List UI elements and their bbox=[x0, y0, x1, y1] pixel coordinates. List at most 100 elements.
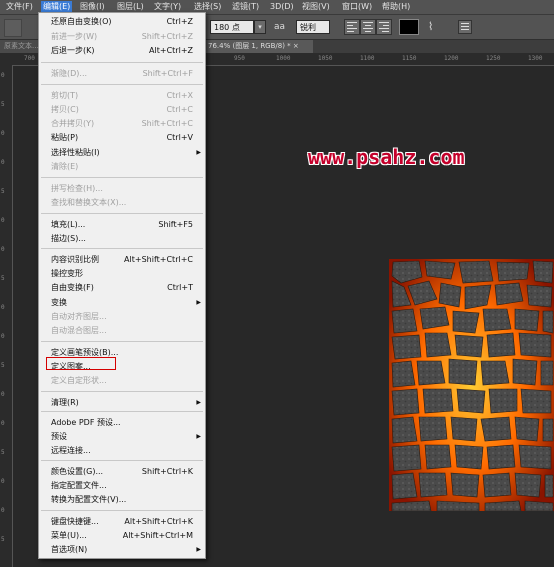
warp-text-icon[interactable]: ⌇ bbox=[428, 20, 433, 34]
tool-preset-picker[interactable] bbox=[4, 19, 22, 37]
menu-item[interactable]: 预设 ▶ bbox=[39, 430, 205, 443]
ruler-v-label: 0 bbox=[1, 333, 5, 340]
menu-item-label: 填充(L)... bbox=[51, 220, 86, 229]
vertical-ruler: 0 5 0 0 5 0 0 5 0 0 5 0 0 5 0 0 5 bbox=[0, 65, 13, 567]
menu-item-label: 操控变形 bbox=[51, 269, 83, 278]
menu-separator bbox=[41, 177, 203, 178]
text-color-swatch[interactable] bbox=[399, 19, 419, 35]
antialias-select[interactable]: 锐利 bbox=[296, 20, 330, 34]
menu-item[interactable]: 后退一步(K) Alt+Ctrl+Z bbox=[39, 44, 205, 57]
menu-item[interactable]: 还原自由变换(O) Ctrl+Z bbox=[39, 15, 205, 28]
menu-item-label: 指定配置文件... bbox=[51, 481, 107, 490]
menu-9[interactable]: 窗口(W) bbox=[340, 1, 374, 13]
menu-item-label: 键盘快捷键... bbox=[51, 517, 99, 526]
submenu-arrow-icon: ▶ bbox=[196, 433, 201, 440]
ruler-h-label: 1150 bbox=[402, 55, 417, 62]
menu-item[interactable]: 清除(E) bbox=[39, 160, 205, 173]
tab-active-document[interactable]: 76.4% (图层 1, RGB/8) * × bbox=[205, 40, 313, 53]
menu-item[interactable]: 选择性粘贴(I) ▶ bbox=[39, 146, 205, 159]
ruler-v-label: 0 bbox=[1, 507, 5, 514]
menu-item-label: 前进一步(W) bbox=[51, 32, 98, 41]
menu-separator bbox=[41, 341, 203, 342]
menu-item[interactable]: 颜色设置(G)... Shift+Ctrl+K bbox=[39, 465, 205, 478]
menu-item[interactable]: 合并拷贝(Y) Shift+Ctrl+C bbox=[39, 117, 205, 130]
menu-separator bbox=[41, 460, 203, 461]
menu-item[interactable]: 渐隐(D)... Shift+Ctrl+F bbox=[39, 67, 205, 80]
font-size-dropdown[interactable]: ▾ bbox=[254, 20, 266, 34]
menu-item[interactable]: 自由变换(F) Ctrl+T bbox=[39, 281, 205, 294]
menu-item[interactable]: 菜单(U)... Alt+Shift+Ctrl+M bbox=[39, 529, 205, 542]
ruler-v-label: 5 bbox=[1, 362, 5, 369]
menu-separator bbox=[41, 411, 203, 412]
ruler-v-label: 0 bbox=[1, 130, 5, 137]
align-left-icon[interactable] bbox=[344, 19, 360, 35]
lava-texture-image bbox=[389, 259, 554, 511]
ruler-h-label: 1200 bbox=[444, 55, 459, 62]
ruler-v-label: 0 bbox=[1, 246, 5, 253]
font-size-field[interactable]: 180 点 bbox=[210, 20, 254, 34]
edit-menu-dropdown: 还原自由变换(O) Ctrl+Z 前进一步(W) Shift+Ctrl+Z 后退一步(K… bbox=[38, 12, 206, 559]
ruler-v-label: 0 bbox=[1, 217, 5, 224]
menu-item[interactable]: 查找和替换文本(X)... bbox=[39, 196, 205, 209]
ruler-v-label: 0 bbox=[1, 420, 5, 427]
submenu-arrow-icon: ▶ bbox=[196, 299, 201, 306]
menu-item[interactable]: 清理(R) ▶ bbox=[39, 396, 205, 409]
menu-item[interactable]: 拼写检查(H)... bbox=[39, 182, 205, 195]
menu-item-label: 自动混合图层... bbox=[51, 326, 107, 335]
menu-6[interactable]: 滤镜(T) bbox=[230, 1, 261, 13]
menu-item[interactable]: 操控变形 bbox=[39, 267, 205, 280]
menu-item[interactable]: 粘贴(P) Ctrl+V bbox=[39, 131, 205, 144]
menu-item-shortcut: Alt+Shift+Ctrl+M bbox=[122, 531, 193, 540]
menu-8[interactable]: 视图(V) bbox=[300, 1, 332, 13]
menu-item[interactable]: 剪切(T) Ctrl+X bbox=[39, 89, 205, 102]
ruler-h-label: 1300 bbox=[528, 55, 543, 62]
menu-separator bbox=[41, 248, 203, 249]
ruler-v-label: 0 bbox=[1, 72, 5, 79]
menu-item[interactable]: 指定配置文件... bbox=[39, 479, 205, 492]
menu-item-label: 选择性粘贴(I) bbox=[51, 148, 100, 157]
menu-item-label: 清除(E) bbox=[51, 162, 79, 171]
ruler-h-label: 1000 bbox=[276, 55, 291, 62]
menu-item-shortcut: Ctrl+C bbox=[166, 105, 193, 114]
menu-item-shortcut: Shift+Ctrl+F bbox=[142, 69, 193, 78]
ruler-h-label: 1250 bbox=[486, 55, 501, 62]
ruler-h-label: 1050 bbox=[318, 55, 333, 62]
ruler-v-label: 0 bbox=[1, 478, 5, 485]
menu-item[interactable]: 前进一步(W) Shift+Ctrl+Z bbox=[39, 30, 205, 43]
menu-item[interactable]: 内容识别比例 Alt+Shift+Ctrl+C bbox=[39, 253, 205, 266]
ruler-v-label: 5 bbox=[1, 449, 5, 456]
menu-item-shortcut: Ctrl+Z bbox=[166, 17, 193, 26]
menu-10[interactable]: 帮助(H) bbox=[380, 1, 412, 13]
menu-separator bbox=[41, 62, 203, 63]
menu-separator bbox=[41, 213, 203, 214]
menu-item[interactable]: 转换为配置文件(V)... bbox=[39, 493, 205, 506]
ruler-v-label: 0 bbox=[1, 391, 5, 398]
character-panel-icon[interactable] bbox=[458, 20, 472, 34]
menu-item[interactable]: 自动混合图层... bbox=[39, 324, 205, 337]
menu-item-label: 清理(R) bbox=[51, 398, 79, 407]
menu-item[interactable]: 变换 ▶ bbox=[39, 296, 205, 309]
menu-item[interactable]: Adobe PDF 预设... bbox=[39, 416, 205, 429]
menu-item[interactable]: 填充(L)... Shift+F5 bbox=[39, 218, 205, 231]
menu-item[interactable]: 定义自定形状... bbox=[39, 374, 205, 387]
menu-7[interactable]: 3D(D) bbox=[268, 1, 296, 13]
menu-0[interactable]: 文件(F) bbox=[4, 1, 35, 13]
menu-item[interactable]: 自动对齐图层... bbox=[39, 310, 205, 323]
submenu-arrow-icon: ▶ bbox=[196, 399, 201, 406]
menu-item[interactable]: 远程连接... bbox=[39, 444, 205, 457]
ruler-v-label: 5 bbox=[1, 536, 5, 543]
menu-item[interactable]: 首选项(N) ▶ bbox=[39, 543, 205, 556]
menu-item[interactable]: 键盘快捷键... Alt+Shift+Ctrl+K bbox=[39, 515, 205, 528]
menu-item[interactable]: 描边(S)... bbox=[39, 232, 205, 245]
menu-item-label: 拼写检查(H)... bbox=[51, 184, 103, 193]
align-center-icon[interactable] bbox=[360, 19, 376, 35]
ruler-v-label: 0 bbox=[1, 159, 5, 166]
menu-separator bbox=[41, 84, 203, 85]
antialias-icon: aa bbox=[274, 22, 286, 32]
align-right-icon[interactable] bbox=[376, 19, 392, 35]
ruler-v-label: 5 bbox=[1, 101, 5, 108]
menu-item-shortcut: Ctrl+T bbox=[167, 283, 193, 292]
menu-item-label: 合并拷贝(Y) bbox=[51, 119, 95, 128]
menu-item[interactable]: 拷贝(C) Ctrl+C bbox=[39, 103, 205, 116]
menu-item-label: 变换 bbox=[51, 298, 67, 307]
